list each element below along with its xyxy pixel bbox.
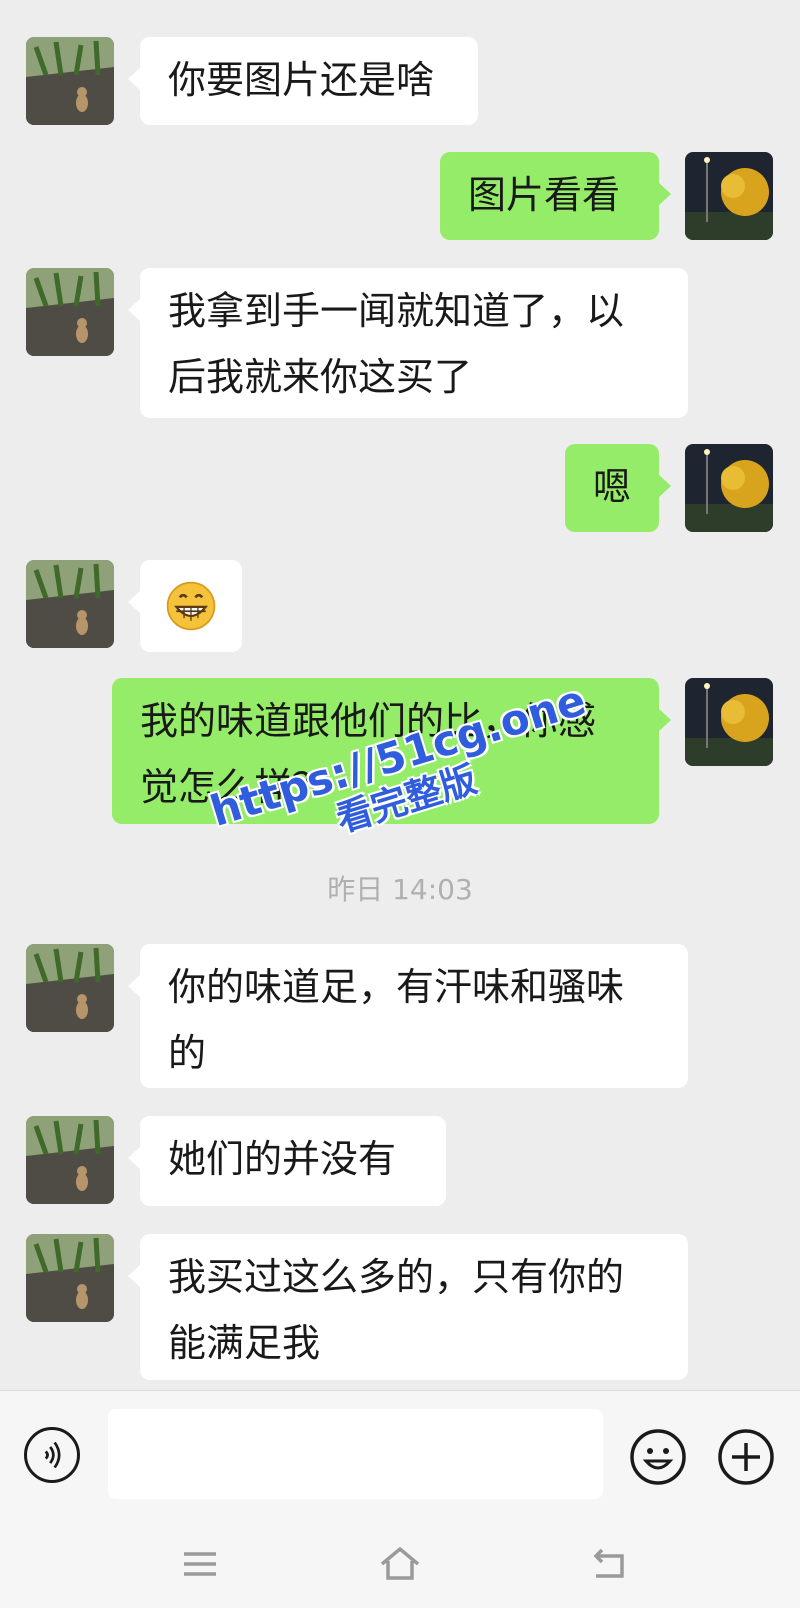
- message-bubble-received[interactable]: [128, 560, 242, 652]
- system-nav-bar: [0, 1518, 800, 1608]
- menu-icon: [184, 1552, 216, 1576]
- message-text: 图片看看: [468, 173, 621, 217]
- message-text: 你的味道足，有汗味和骚味的: [168, 965, 625, 1075]
- contact-avatar[interactable]: [26, 1116, 114, 1204]
- chat-area: 你要图片还是啥 图片看看 我拿到手一闻就知道了，以后我就来你这买了 嗯 我的味道…: [0, 0, 800, 1390]
- message-bubble-sent[interactable]: 嗯: [565, 444, 671, 532]
- contact-avatar[interactable]: [26, 1234, 114, 1322]
- message-bubble-received[interactable]: 你要图片还是啥: [128, 37, 478, 125]
- voice-button[interactable]: [24, 1427, 80, 1483]
- menu-button[interactable]: [178, 1544, 222, 1584]
- message-text: 嗯: [592, 465, 631, 509]
- smiley-icon: [630, 1429, 686, 1485]
- emoji-button[interactable]: [628, 1427, 688, 1487]
- contact-avatar[interactable]: [26, 944, 114, 1032]
- my-avatar[interactable]: [685, 152, 773, 240]
- timestamp: 昨日 14:03: [327, 873, 473, 906]
- plus-icon: [718, 1429, 774, 1485]
- plus-button[interactable]: [716, 1427, 776, 1487]
- my-avatar[interactable]: [685, 444, 773, 532]
- message-text: 我拿到手一闻就知道了，以后我就来你这买了: [168, 289, 625, 399]
- back-icon: [593, 1548, 624, 1578]
- message-bubble-received[interactable]: 我拿到手一闻就知道了，以后我就来你这买了: [128, 268, 688, 418]
- message-bubble-sent[interactable]: 图片看看: [440, 152, 671, 240]
- contact-avatar[interactable]: [26, 37, 114, 125]
- message-bubble-received[interactable]: 她们的并没有: [128, 1116, 446, 1206]
- message-bubble-received[interactable]: 你的味道足，有汗味和骚味的: [128, 944, 688, 1088]
- message-bubble-received[interactable]: 我买过这么多的，只有你的能满足我: [128, 1234, 688, 1380]
- home-icon: [380, 1546, 420, 1580]
- message-text: 我买过这么多的，只有你的能满足我: [168, 1255, 625, 1365]
- message-text: 她们的并没有: [168, 1137, 397, 1181]
- message-input[interactable]: [108, 1409, 603, 1499]
- input-bar: [0, 1390, 800, 1519]
- home-button[interactable]: [378, 1544, 422, 1584]
- my-avatar[interactable]: [685, 678, 773, 766]
- grinning-emoji-icon: [166, 581, 216, 631]
- voice-icon: [44, 1441, 61, 1469]
- back-button[interactable]: [588, 1544, 632, 1584]
- contact-avatar[interactable]: [26, 560, 114, 648]
- message-text: 你要图片还是啥: [168, 58, 435, 102]
- contact-avatar[interactable]: [26, 268, 114, 356]
